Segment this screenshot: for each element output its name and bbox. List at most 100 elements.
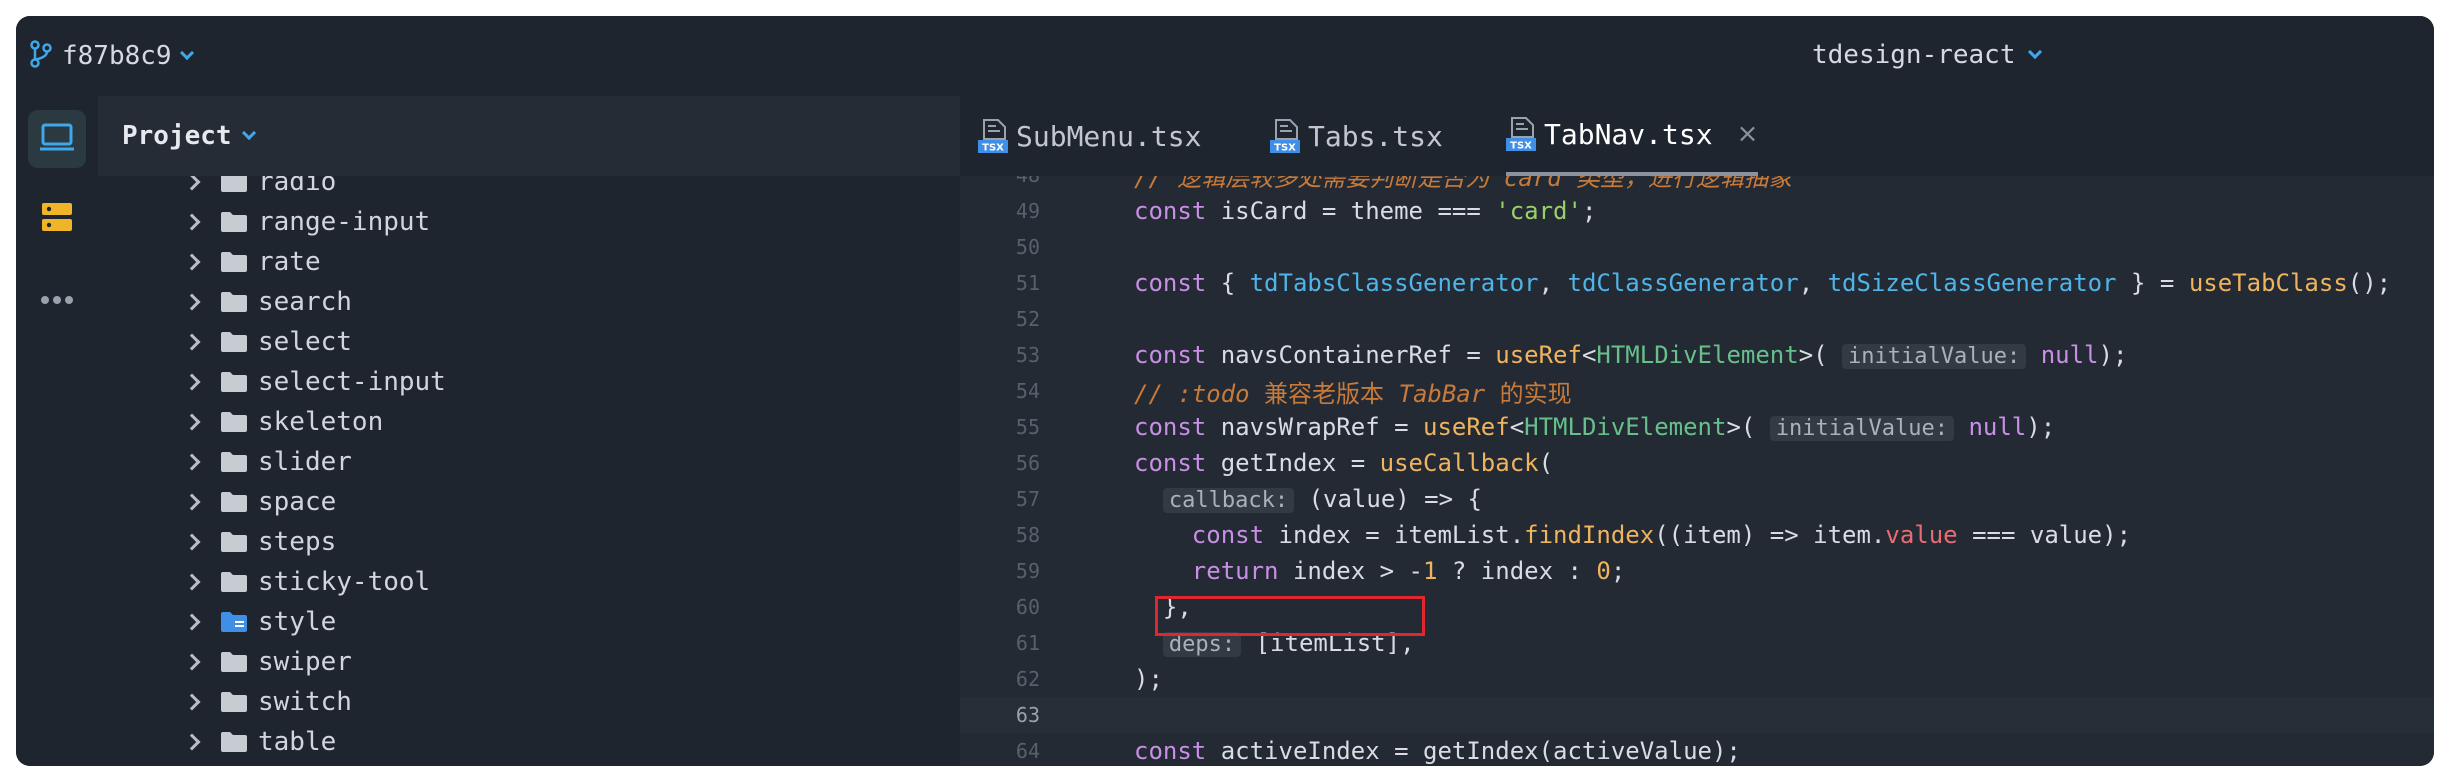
code-token: useTabClass bbox=[2188, 269, 2348, 297]
code-token: isCard = theme === bbox=[1220, 197, 1496, 225]
code-token: useRef bbox=[1423, 413, 1510, 441]
tab-tabnav[interactable]: TSX TabNav.tsx × bbox=[1506, 96, 1759, 176]
chevron-right-icon[interactable] bbox=[183, 176, 201, 191]
line-number: 57 bbox=[1015, 487, 1040, 511]
code-content: // 逻辑层较多处需要判断是否为 card 类型，进行逻辑抽象 bbox=[1134, 176, 1792, 193]
branch-selector[interactable]: f87b8c9 bbox=[30, 40, 194, 72]
chevron-right-icon[interactable] bbox=[183, 213, 201, 231]
project-sidebar: Project radio range-input rate search select… bbox=[98, 96, 960, 766]
more-button[interactable] bbox=[28, 270, 86, 328]
chevron-down-icon bbox=[2027, 44, 2042, 60]
code-token: tdClassGenerator bbox=[1567, 269, 1799, 297]
code-token: < bbox=[1509, 413, 1525, 441]
tree-item-label: steps bbox=[258, 527, 337, 557]
code-token: ); bbox=[2026, 413, 2056, 441]
tree-item-select[interactable]: select bbox=[183, 322, 352, 362]
line-number: 55 bbox=[1015, 415, 1040, 439]
code-content: // :todo 兼容老版本 TabBar 的实现 bbox=[1134, 374, 1572, 409]
close-icon[interactable]: × bbox=[1737, 119, 1759, 149]
tree-item-radio[interactable]: radio bbox=[183, 176, 336, 202]
tree-item-sticky-tool[interactable]: sticky-tool bbox=[183, 562, 431, 602]
tree-item-style[interactable]: style bbox=[183, 602, 337, 642]
line-number: 50 bbox=[1015, 235, 1040, 259]
tree-item-search[interactable]: search bbox=[183, 282, 352, 322]
code-line: 53 const navsContainerRef = useRef<HTMLDi… bbox=[960, 337, 2434, 373]
computer-button[interactable] bbox=[28, 110, 86, 168]
line-number: 59 bbox=[1015, 559, 1040, 583]
chevron-right-icon[interactable] bbox=[183, 413, 201, 431]
folder-icon bbox=[220, 331, 248, 353]
code-token: activeIndex = getIndex(activeValue); bbox=[1220, 737, 1741, 765]
chevron-down-icon bbox=[241, 125, 256, 141]
code-editor: TSX SubMenu.tsx TSX Tabs.tsx TSX TabNav.tsx × … bbox=[960, 96, 2434, 766]
folder-icon bbox=[220, 571, 248, 593]
code-token: null bbox=[2040, 341, 2099, 369]
tree-item-slider[interactable]: slider bbox=[183, 442, 352, 482]
ide-window: f87b8c9 tdesign-react Project radio rang… bbox=[16, 16, 2434, 766]
line-number: 64 bbox=[1015, 739, 1040, 763]
tree-item-swiper[interactable]: swiper bbox=[183, 642, 352, 682]
chevron-right-icon[interactable] bbox=[183, 533, 201, 551]
code-token: } = bbox=[2116, 269, 2189, 297]
more-icon bbox=[40, 290, 74, 309]
code-line: 56 const getIndex = useCallback( bbox=[960, 445, 2434, 481]
code-area[interactable]: 48 // 逻辑层较多处需要判断是否为 card 类型，进行逻辑抽象 49 const… bbox=[960, 176, 2434, 766]
tree-item-label: sticky-tool bbox=[258, 567, 431, 597]
tree-item-rate[interactable]: rate bbox=[183, 242, 321, 282]
tree-item-space[interactable]: space bbox=[183, 482, 337, 522]
svg-text:TSX: TSX bbox=[1510, 141, 1532, 152]
svg-text:TSX: TSX bbox=[1274, 143, 1296, 154]
folder-icon bbox=[220, 691, 248, 713]
code-content: return index > -1 ? index : 0; bbox=[1134, 557, 1626, 585]
tsx-file-icon: TSX bbox=[1506, 117, 1536, 152]
tree-item-range-input[interactable]: range-input bbox=[183, 202, 431, 242]
code-token: { bbox=[1220, 269, 1250, 297]
chevron-right-icon[interactable] bbox=[183, 293, 201, 311]
line-number: 62 bbox=[1015, 667, 1040, 691]
folder-icon bbox=[220, 731, 248, 753]
chevron-right-icon[interactable] bbox=[183, 373, 201, 391]
tree-item-skeleton[interactable]: skeleton bbox=[183, 402, 383, 442]
tree-item-label: range-input bbox=[258, 207, 431, 237]
tree-item-steps[interactable]: steps bbox=[183, 522, 337, 562]
tree-item-switch[interactable]: switch bbox=[183, 682, 352, 722]
code-token: getIndex = bbox=[1220, 449, 1380, 477]
tree-item-select-input[interactable]: select-input bbox=[183, 362, 446, 402]
tree-item-label: space bbox=[258, 487, 337, 517]
tab-label: SubMenu.tsx bbox=[1016, 119, 1202, 153]
repo-selector[interactable]: tdesign-react bbox=[1812, 40, 2042, 70]
chevron-right-icon[interactable] bbox=[183, 653, 201, 671]
chevron-right-icon[interactable] bbox=[183, 333, 201, 351]
code-token: navsWrapRef = bbox=[1220, 413, 1423, 441]
chevron-right-icon[interactable] bbox=[183, 573, 201, 591]
tab-tabs[interactable]: TSX Tabs.tsx bbox=[1270, 96, 1443, 176]
code-token: useRef bbox=[1495, 341, 1582, 369]
tree-item-label: style bbox=[258, 607, 337, 637]
tree-item-table[interactable]: table bbox=[183, 722, 336, 762]
chevron-right-icon[interactable] bbox=[183, 253, 201, 271]
code-token: const bbox=[1134, 341, 1221, 369]
database-button[interactable] bbox=[28, 190, 86, 248]
code-token: >( bbox=[1798, 341, 1843, 369]
chevron-right-icon[interactable] bbox=[183, 613, 201, 631]
branch-name: f87b8c9 bbox=[62, 41, 172, 71]
chevron-right-icon[interactable] bbox=[183, 493, 201, 511]
code-line: 52 bbox=[960, 301, 2434, 337]
code-token: const bbox=[1134, 269, 1221, 297]
tree-item-label: swiper bbox=[258, 647, 352, 677]
svg-text:TSX: TSX bbox=[982, 143, 1004, 154]
chevron-right-icon[interactable] bbox=[183, 733, 201, 751]
line-number: 51 bbox=[1015, 271, 1040, 295]
project-header[interactable]: Project bbox=[98, 96, 960, 176]
tab-submenu[interactable]: TSX SubMenu.tsx bbox=[978, 96, 1201, 176]
code-token: tdSizeClassGenerator bbox=[1827, 269, 2117, 297]
line-number: 61 bbox=[1015, 631, 1040, 655]
code-token: ( bbox=[1538, 449, 1554, 477]
code-token: useCallback bbox=[1379, 449, 1539, 477]
chevron-right-icon[interactable] bbox=[183, 693, 201, 711]
chevron-right-icon[interactable] bbox=[183, 453, 201, 471]
